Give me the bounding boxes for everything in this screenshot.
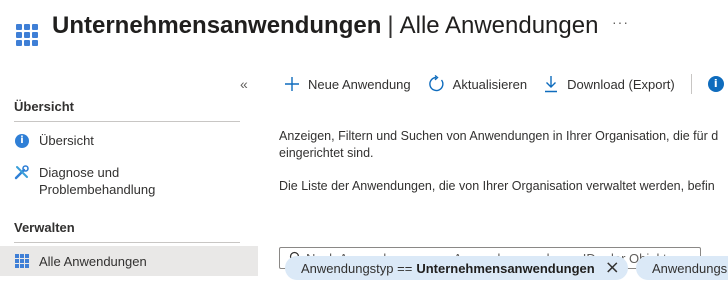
- command-bar: Neue Anwendung Aktualisieren Download (E…: [284, 74, 724, 94]
- toolbar-divider: [690, 74, 692, 94]
- sidebar-item-overview[interactable]: i Übersicht: [0, 133, 258, 149]
- filter-value: Unternehmensanwendungen: [416, 260, 595, 276]
- description-line: Die Liste der Anwendungen, die von Ihrer…: [279, 179, 715, 193]
- filter-pill-second[interactable]: Anwendungs: [636, 256, 728, 280]
- download-label: Download (Export): [567, 76, 675, 92]
- new-application-label: Neue Anwendung: [308, 76, 411, 92]
- section-header-overview: Übersicht: [14, 99, 74, 114]
- filter-pill-application-type[interactable]: Anwendungstyp == Unternehmensanwendungen…: [285, 256, 628, 280]
- close-icon[interactable]: ×: [605, 259, 620, 277]
- wrench-icon: [14, 164, 30, 180]
- section-divider: [14, 242, 240, 243]
- page-title-main: Unternehmensanwendungen: [52, 12, 382, 39]
- section-divider: [14, 121, 240, 122]
- sidebar-item-diagnose[interactable]: Diagnose und Problembehandlung: [0, 164, 258, 198]
- description-line: eingerichtet sind.: [279, 146, 374, 160]
- filter-label: Anwendungs: [652, 260, 728, 276]
- page-title-sub: Alle Anwendungen: [399, 12, 599, 39]
- refresh-label: Aktualisieren: [452, 76, 528, 92]
- refresh-button[interactable]: Aktualisieren: [427, 75, 527, 93]
- section-header-manage: Verwalten: [14, 220, 75, 235]
- download-icon: [545, 76, 558, 93]
- description-line: Anzeigen, Filtern und Suchen von Anwendu…: [279, 129, 719, 143]
- plus-icon: [285, 77, 299, 91]
- info-icon[interactable]: i: [707, 76, 724, 92]
- sidebar-item-label: Übersicht: [39, 133, 94, 148]
- enterprise-apps-grid-icon: [16, 24, 40, 48]
- more-options-button[interactable]: ···: [612, 14, 629, 30]
- new-application-button[interactable]: Neue Anwendung: [284, 76, 411, 92]
- sidebar-item-label: Alle Anwendungen: [39, 253, 147, 269]
- collapse-sidebar-button[interactable]: «: [240, 76, 248, 92]
- refresh-icon: [428, 75, 444, 92]
- page-title: Unternehmensanwendungen | Alle Anwendungen: [52, 10, 598, 42]
- title-separator: |: [387, 12, 394, 39]
- sidebar-item-label: Diagnose und Problembehandlung: [39, 165, 156, 197]
- sidebar-item-all-applications[interactable]: Alle Anwendungen: [0, 246, 258, 276]
- info-icon: i: [14, 133, 30, 149]
- grid-icon: [14, 253, 30, 269]
- filter-label: Anwendungstyp ==: [301, 260, 413, 276]
- download-export-button[interactable]: Download (Export): [543, 75, 675, 93]
